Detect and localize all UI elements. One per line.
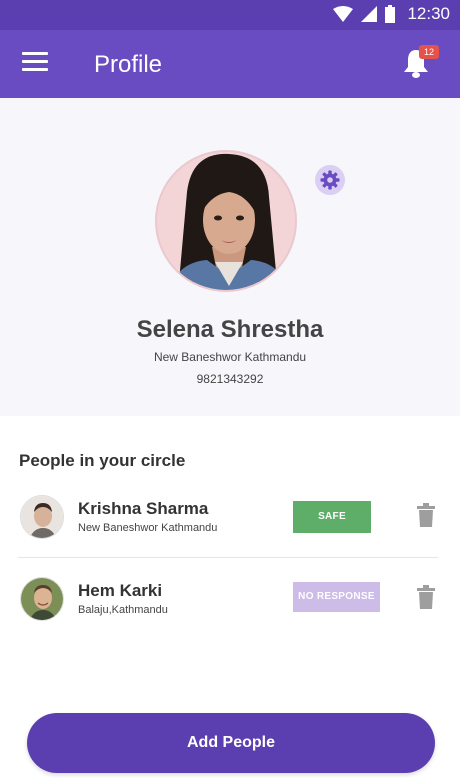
list-item[interactable]: Hem Karki Balaju,Kathmandu NO RESPONSE	[18, 567, 438, 633]
person-name: Hem Karki	[78, 581, 163, 600]
profile-avatar[interactable]	[155, 150, 297, 292]
avatar	[20, 577, 64, 621]
profile-name: Selena Shrestha	[136, 316, 324, 343]
circle-section-title: People in your circle	[19, 451, 186, 470]
profile-address: New Baneshwor Kathmandu	[153, 350, 307, 364]
menu-button[interactable]	[22, 52, 48, 76]
status-bar: 12:30	[0, 0, 460, 30]
profile-card: Selena Shrestha New Baneshwor Kathmandu …	[0, 98, 460, 416]
notification-badge: 12	[419, 45, 439, 59]
trash-icon	[417, 503, 435, 527]
delete-person-button[interactable]	[416, 585, 436, 609]
add-people-button[interactable]: Add People	[27, 713, 435, 773]
page-title: Profile	[94, 51, 163, 78]
status-time: 12:30	[407, 4, 450, 23]
profile-photo	[157, 152, 295, 290]
menu-icon	[22, 52, 48, 55]
profile-settings-button[interactable]	[315, 165, 345, 195]
person-name: Krishna Sharma	[78, 499, 209, 518]
profile-phone: 9821343292	[196, 372, 264, 386]
gear-icon	[320, 170, 340, 190]
avatar	[20, 495, 64, 539]
list-item[interactable]: Krishna Sharma New Baneshwor Kathmandu S…	[18, 485, 438, 551]
trash-icon	[417, 585, 435, 609]
person-address: New Baneshwor Kathmandu	[78, 522, 218, 534]
person-address: Balaju,Kathmandu	[78, 604, 168, 616]
divider	[18, 557, 438, 558]
app-bar: Profile 12	[0, 30, 460, 98]
delete-person-button[interactable]	[416, 503, 436, 527]
signal-icon	[361, 6, 378, 22]
status-badge[interactable]: NO RESPONSE	[293, 582, 380, 612]
battery-icon	[385, 5, 396, 23]
status-badge[interactable]: SAFE	[293, 501, 371, 533]
wifi-icon	[333, 6, 354, 22]
notifications-button[interactable]: 12	[402, 45, 439, 80]
status-icons: 12:30	[333, 4, 450, 24]
